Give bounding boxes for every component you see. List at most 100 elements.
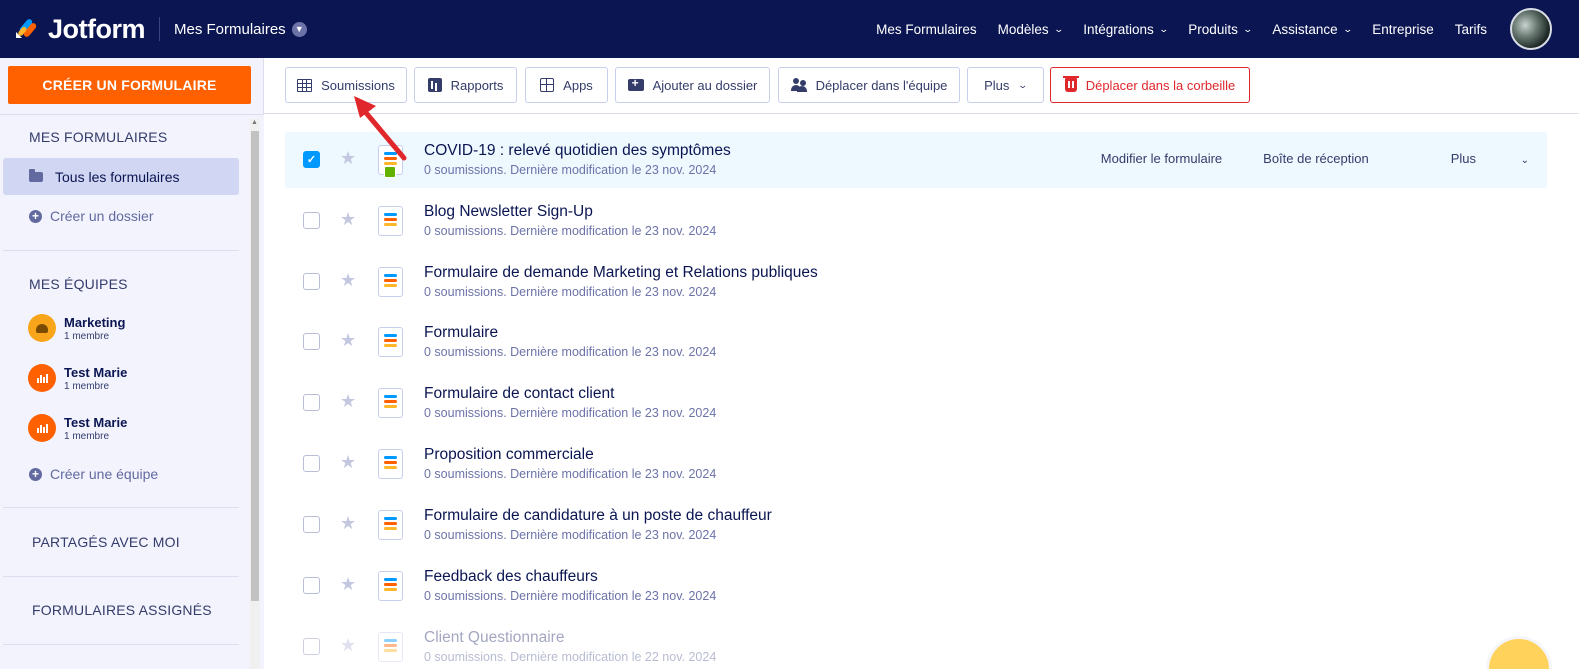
edit-form-button[interactable]: Modifier le formulaire: [1101, 151, 1222, 166]
reports-label: Rapports: [450, 77, 504, 93]
create-form-button[interactable]: CRÉER UN FORMULAIRE: [8, 66, 251, 104]
form-meta: 0 soumissions. Dernière modification le …: [424, 406, 717, 420]
apps-button[interactable]: Apps: [525, 67, 608, 103]
create-folder-button[interactable]: + Créer un dossier: [29, 208, 154, 224]
row-checkbox[interactable]: [303, 273, 320, 290]
divider: [3, 250, 239, 251]
workspace-switcher[interactable]: Mes Formulaires ▼: [174, 21, 307, 38]
star-icon[interactable]: ★: [340, 452, 356, 473]
row-checkbox[interactable]: [303, 577, 320, 594]
form-title[interactable]: Formulaire de candidature à un poste de …: [424, 507, 772, 525]
more-actions-dropdown[interactable]: Plus ⌄: [967, 67, 1044, 103]
sidebar-item-assigned-forms[interactable]: FORMULAIRES ASSIGNÉS: [32, 602, 212, 618]
sidebar-item-shared-with-me[interactable]: PARTAGÉS AVEC MOI: [32, 534, 180, 550]
form-row[interactable]: ★ Client Questionnaire 0 soumissions. De…: [285, 619, 1547, 669]
nav-entreprise[interactable]: Entreprise: [1372, 22, 1434, 37]
row-checkbox[interactable]: [303, 516, 320, 533]
row-checkbox[interactable]: [303, 212, 320, 229]
jotform-logo[interactable]: Jotform: [14, 14, 146, 45]
nav-label: Tarifs: [1454, 21, 1487, 37]
chevron-down-icon: ⌄: [1158, 23, 1169, 34]
nav-tarifs[interactable]: Tarifs: [1455, 22, 1487, 37]
form-meta: 0 soumissions. Dernière modification le …: [424, 163, 717, 177]
team-item-marketing[interactable]: Marketing 1 membre: [28, 314, 125, 342]
nav-label: Entreprise: [1372, 21, 1434, 37]
nav-integrations[interactable]: Intégrations ⌄: [1083, 21, 1169, 37]
star-icon[interactable]: ★: [340, 209, 356, 230]
apps-icon: [540, 78, 555, 92]
nav-modeles[interactable]: Modèles ⌄: [997, 21, 1064, 37]
form-title[interactable]: Formulaire de contact client: [424, 385, 614, 403]
form-row[interactable]: ★ Blog Newsletter Sign-Up 0 soumissions.…: [285, 193, 1547, 249]
chevron-down-icon: ⌄: [1242, 23, 1253, 34]
reports-button[interactable]: Rapports: [414, 67, 517, 103]
nav-assistance[interactable]: Assistance ⌄: [1272, 22, 1353, 37]
section-title-my-forms: MES FORMULAIRES: [29, 129, 168, 145]
team-item-test-marie[interactable]: Test Marie 1 membre: [28, 364, 127, 392]
star-icon[interactable]: ★: [340, 635, 356, 656]
nav-label: Intégrations: [1083, 21, 1154, 37]
form-row[interactable]: ★ Feedback des chauffeurs 0 soumissions.…: [285, 558, 1547, 614]
form-row[interactable]: ✓ ★ COVID-19 : relevé quotidien des symp…: [285, 132, 1547, 188]
row-checkbox[interactable]: ✓: [303, 151, 320, 168]
move-to-team-label: Déplacer dans l'équipe: [815, 77, 948, 93]
row-checkbox[interactable]: [303, 394, 320, 411]
nav-label: Modèles: [997, 21, 1049, 37]
chevron-down-icon: ⌄: [1520, 155, 1529, 166]
star-icon[interactable]: ★: [340, 391, 356, 412]
form-row[interactable]: ★ Formulaire de candidature à un poste d…: [285, 497, 1547, 553]
team-glyph-icon: [36, 323, 48, 333]
form-title[interactable]: Proposition commerciale: [424, 446, 594, 464]
form-icon: [378, 449, 403, 479]
form-row[interactable]: ★ Formulaire de demande Marketing et Rel…: [285, 254, 1547, 310]
add-to-folder-label: Ajouter au dossier: [652, 77, 758, 93]
star-icon[interactable]: ★: [340, 513, 356, 534]
row-more-dropdown[interactable]: Plus ⌄: [1410, 151, 1529, 166]
form-row[interactable]: ★ Formulaire de contact client 0 soumiss…: [285, 375, 1547, 431]
sidebar-scrollbar[interactable]: ▲: [250, 119, 260, 669]
table-icon: [297, 78, 313, 92]
form-title[interactable]: Formulaire de demande Marketing et Relat…: [424, 264, 818, 282]
star-icon[interactable]: ★: [340, 330, 356, 351]
user-avatar[interactable]: [1510, 8, 1552, 50]
chevron-down-icon: ▼: [291, 21, 307, 37]
row-checkbox[interactable]: [303, 333, 320, 350]
sidebar-item-all-forms[interactable]: Tous les formulaires: [3, 158, 239, 195]
create-team-button[interactable]: + Créer une équipe: [29, 466, 158, 482]
form-title[interactable]: Feedback des chauffeurs: [424, 568, 598, 586]
row-checkbox[interactable]: [303, 638, 320, 655]
form-title[interactable]: COVID-19 : relevé quotidien des symptôme…: [424, 142, 731, 160]
team-item-test-marie-2[interactable]: Test Marie 1 membre: [28, 414, 127, 442]
chevron-down-icon: ⌄: [1342, 23, 1353, 34]
star-icon[interactable]: ★: [340, 270, 356, 291]
more-label: Plus: [984, 77, 1010, 93]
add-to-folder-button[interactable]: Ajouter au dossier: [615, 67, 770, 103]
form-row[interactable]: ★ Proposition commerciale 0 soumissions.…: [285, 436, 1547, 492]
inbox-button[interactable]: Boîte de réception: [1263, 151, 1369, 166]
form-title[interactable]: Blog Newsletter Sign-Up: [424, 203, 593, 221]
move-to-team-button[interactable]: Déplacer dans l'équipe: [778, 67, 960, 103]
row-checkbox[interactable]: [303, 455, 320, 472]
star-icon[interactable]: ★: [340, 574, 356, 595]
annotation-arrow-icon: [354, 96, 407, 161]
chevron-down-icon: ⌄: [1053, 23, 1064, 34]
approval-badge-icon: [384, 166, 396, 178]
team-name: Test Marie: [64, 364, 128, 380]
form-meta: 0 soumissions. Dernière modification le …: [424, 528, 717, 542]
top-nav: Mes Formulaires Modèles ⌄ Intégrations ⌄ P…: [855, 0, 1487, 58]
form-meta: 0 soumissions. Dernière modification le …: [424, 589, 717, 603]
form-title[interactable]: Formulaire: [424, 324, 498, 342]
form-icon: [378, 571, 403, 601]
jotform-logo-icon: [16, 19, 37, 38]
nav-label: Mes Formulaires: [876, 21, 977, 37]
report-icon: [427, 78, 442, 92]
workspace-title: Mes Formulaires: [174, 20, 286, 38]
form-icon: [378, 327, 403, 357]
form-title[interactable]: Client Questionnaire: [424, 629, 564, 647]
scrollbar-thumb[interactable]: [251, 131, 259, 601]
nav-produits[interactable]: Produits ⌄: [1188, 22, 1253, 37]
form-row[interactable]: ★ Formulaire 0 soumissions. Dernière mod…: [285, 314, 1547, 370]
move-to-trash-button[interactable]: Déplacer dans la corbeille: [1050, 67, 1250, 103]
nav-mes-formulaires[interactable]: Mes Formulaires: [876, 22, 977, 37]
team-name: Marketing: [64, 314, 126, 330]
